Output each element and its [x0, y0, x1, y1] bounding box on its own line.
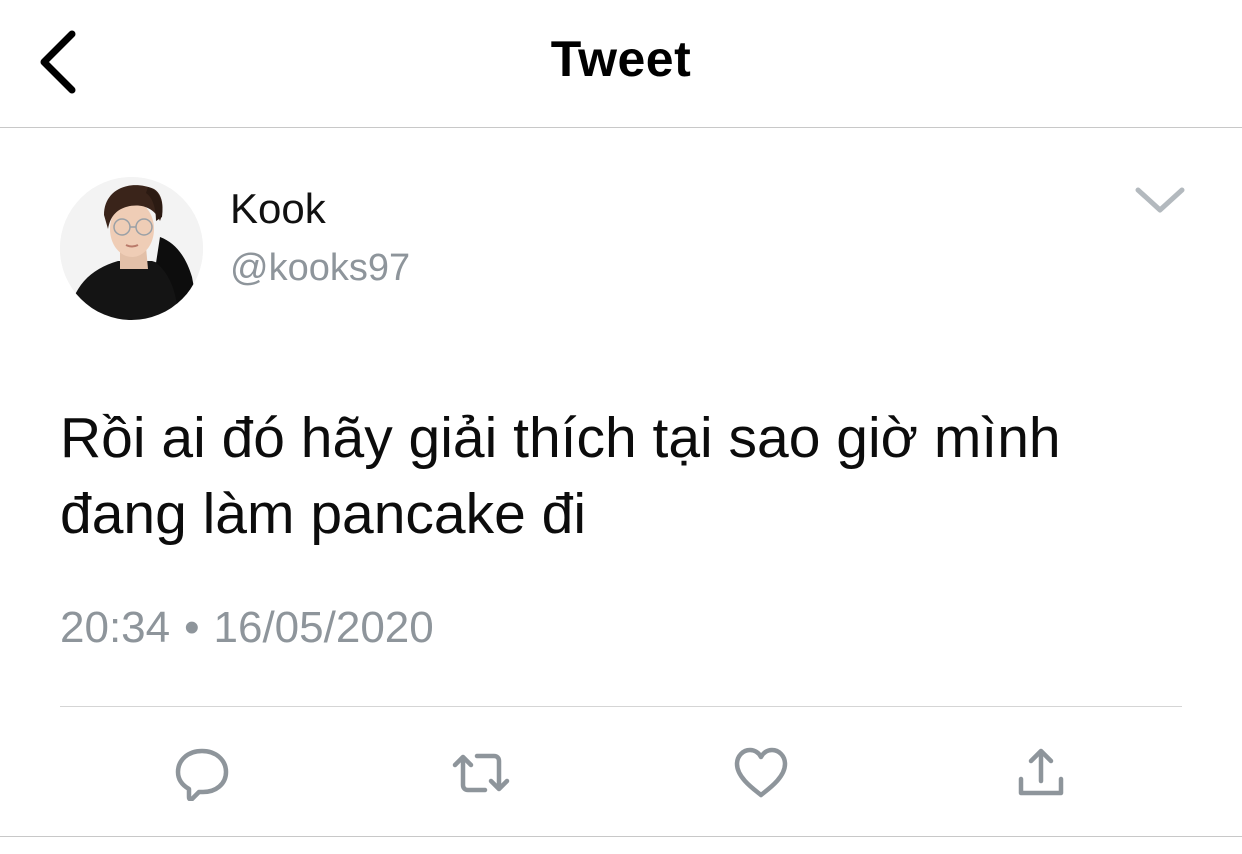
share-button[interactable]	[1011, 745, 1071, 801]
like-button[interactable]	[731, 745, 791, 801]
top-navigation-bar: Tweet	[0, 0, 1242, 128]
tweet-text: Rồi ai đó hãy giải thích tại sao giờ mìn…	[60, 400, 1190, 552]
page-title: Tweet	[550, 31, 692, 87]
retweet-button[interactable]	[451, 745, 511, 801]
divider	[60, 706, 1182, 707]
tweet-timestamp: 20:34 • 16/05/2020	[60, 603, 434, 653]
heart-icon	[734, 747, 788, 798]
author-handle[interactable]: @kooks97	[230, 247, 410, 290]
bottom-divider	[0, 836, 1242, 837]
chevron-down-icon	[1135, 187, 1185, 213]
retweet-icon	[452, 753, 510, 793]
avatar-image	[60, 177, 203, 320]
tweet-text-line: đang làm pancake đi	[60, 482, 587, 546]
reply-button[interactable]	[172, 745, 232, 801]
avatar[interactable]	[60, 177, 203, 320]
tweet-date: 16/05/2020	[213, 603, 434, 652]
author-display-name[interactable]: Kook	[230, 185, 326, 233]
comment-icon	[175, 748, 229, 801]
tweet-detail-screen: Tweet Kook @kooks97 Rồi ai đó hãy giải t…	[0, 0, 1242, 854]
tweet-options-button[interactable]	[1132, 180, 1188, 220]
separator: •	[184, 603, 200, 652]
tweet-time: 20:34	[60, 603, 171, 652]
share-icon	[1018, 748, 1064, 796]
tweet-text-line: Rồi ai đó hãy giải thích tại sao giờ mìn…	[60, 406, 1061, 470]
